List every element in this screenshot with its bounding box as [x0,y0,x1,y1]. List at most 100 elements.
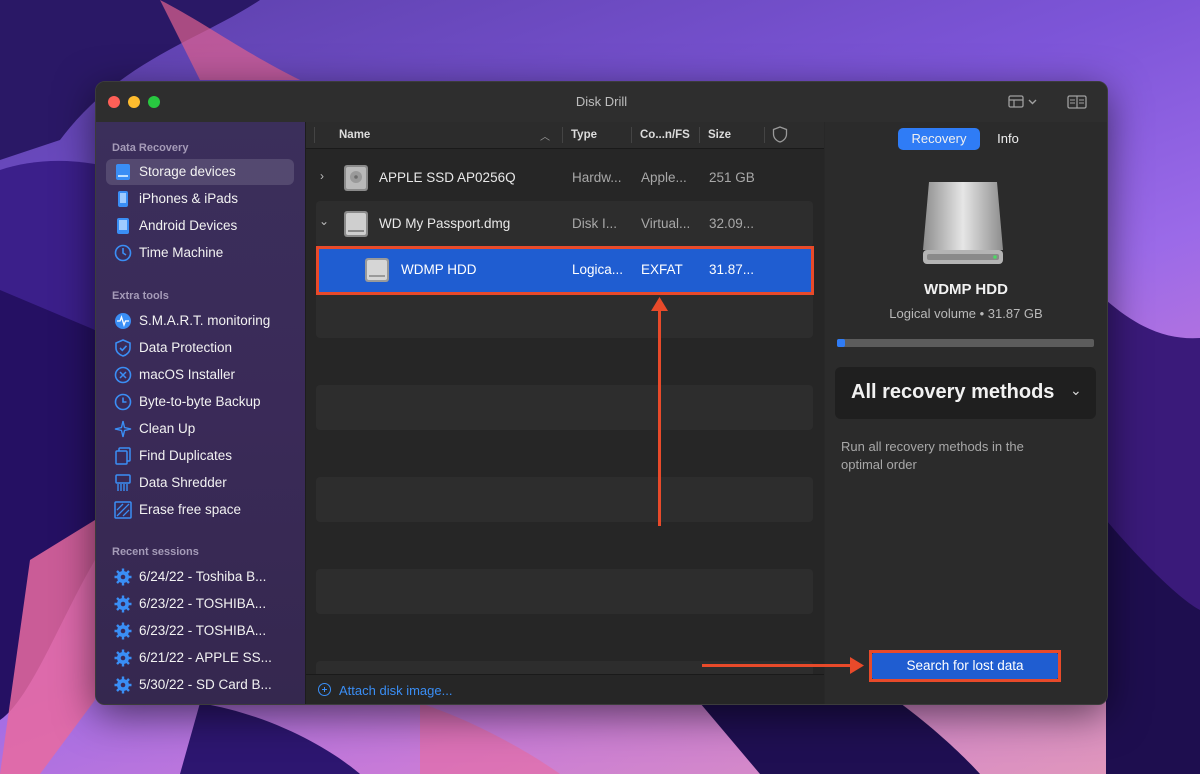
attach-disk-image-link[interactable]: Attach disk image... [339,683,452,698]
sidebar-item-session[interactable]: 5/30/22 - SD Card B... [106,672,294,698]
recovery-method-description: Run all recovery methods in the optimal … [841,439,1024,472]
table-header: Name ︿ Type Co...n/FS Size [306,122,824,149]
macos-installer-icon [114,366,132,384]
internal-drive-icon [344,165,368,191]
row-stripe [316,385,813,430]
sidebar-item-session[interactable]: 6/24/22 - Toshiba B... [106,564,294,590]
sidebar-item-label: 5/30/22 - SD Card B... [139,677,272,692]
sidebar-item-label: 6/24/22 - Toshiba B... [139,569,267,584]
title-bar: Disk Drill [96,82,1107,122]
hard-drive-icon [923,182,1003,264]
recovery-panel: Recovery Info WDMP HDD Logical volume • … [825,122,1107,704]
row-name: APPLE SSD AP0256Q [379,170,516,185]
row-type: Hardw... [572,170,622,185]
sidebar-item-android[interactable]: Android Devices [106,213,294,239]
table-row[interactable]: ⌄ WD My Passport.dmg Disk I... Virtual..… [316,202,813,247]
sidebar-item-label: Data Protection [139,340,233,355]
shield-icon [115,339,131,357]
sidebar-item-label: Data Shredder [139,475,227,490]
sidebar-item-time-machine[interactable]: Time Machine [106,240,294,266]
row-type: Disk I... [572,216,618,231]
row-name: WD My Passport.dmg [379,216,511,231]
gear-icon [114,568,132,586]
row-filesystem: Virtual... [641,216,691,231]
sidebar-item-session[interactable]: 6/23/22 - TOSHIBA... [106,591,294,617]
section-header-extra-tools: Extra tools [112,290,169,302]
table-row[interactable]: › APPLE SSD AP0256Q Hardw... Apple... 25… [316,156,813,201]
recovery-method-dropdown[interactable]: All recovery methods ⌄ [835,367,1096,419]
usage-bar-fill [837,339,845,347]
sidebar-item-label: Erase free space [139,502,242,517]
time-machine-icon [114,244,132,262]
column-separator [562,127,563,143]
sidebar-item-iphones[interactable]: iPhones & iPads [106,186,294,212]
device-list-panel: Name ︿ Type Co...n/FS Size › APPLE SSD A… [306,122,824,704]
sidebar-item-storage-devices[interactable]: Storage devices [106,159,294,185]
plus-circle-icon[interactable] [318,683,331,696]
sidebar-item-data-shredder[interactable]: Data Shredder [106,470,294,496]
sidebar-item-data-protection[interactable]: Data Protection [106,335,294,361]
sidebar-item-byte-backup[interactable]: Byte-to-byte Backup [106,389,294,415]
android-device-icon [117,218,129,234]
duplicates-icon [115,447,131,465]
row-stripe [316,293,813,338]
sidebar-item-find-duplicates[interactable]: Find Duplicates [106,443,294,469]
sidebar-item-clean-up[interactable]: Clean Up [106,416,294,442]
column-separator [631,127,632,143]
sidebar-item-session[interactable]: 6/21/22 - APPLE SS... [106,645,294,671]
sidebar-item-label: 6/21/22 - APPLE SS... [139,650,272,665]
selection-highlight-box [316,246,814,295]
erase-icon [114,501,132,519]
sidebar-item-label: 6/23/22 - TOSHIBA... [139,623,267,638]
chevron-right-icon[interactable]: › [320,169,324,183]
sidebar: Data Recovery Storage devices iPhones & … [96,122,306,704]
annotation-arrow-line [658,306,661,526]
search-button-highlight-box [869,650,1061,682]
device-name: WDMP HDD [924,281,1008,298]
disk-drill-window: Disk Drill Data Recovery Storage devices… [95,81,1108,705]
usage-bar [837,339,1094,347]
sidebar-item-label: macOS Installer [139,367,236,382]
view-options-button[interactable] [1008,94,1038,115]
row-size: 251 GB [709,170,755,185]
annotation-arrow-line [702,664,854,667]
recovery-method-label: All recovery methods [851,381,1055,403]
sidebar-item-smart-monitoring[interactable]: S.M.A.R.T. monitoring [106,308,294,334]
chevron-down-icon: ⌄ [1070,382,1082,398]
sidebar-item-label: S.M.A.R.T. monitoring [139,313,271,328]
shield-icon[interactable] [772,126,788,143]
sidebar-item-label: Time Machine [139,245,224,260]
backup-icon [114,393,132,411]
storage-device-icon [116,164,130,180]
table-footer: Attach disk image... [306,674,824,704]
chevron-down-icon[interactable]: ⌄ [319,214,329,228]
column-header-type[interactable]: Type [571,129,597,141]
row-stripe [316,569,813,614]
sidebar-item-label: Android Devices [139,218,238,233]
sidebar-item-label: Clean Up [139,421,196,436]
tab-recovery[interactable]: Recovery [898,128,980,150]
clean-up-icon [114,420,132,438]
column-header-size[interactable]: Size [708,129,731,141]
column-header-filesystem[interactable]: Co...n/FS [640,129,690,141]
sidebar-item-label: Find Duplicates [139,448,233,463]
smart-monitoring-icon [115,313,131,329]
tab-info[interactable]: Info [983,128,1033,150]
column-separator [314,127,315,143]
column-separator [699,127,700,143]
annotation-arrow-right-icon [850,657,864,674]
gear-icon [114,649,132,667]
window-title: Disk Drill [575,94,628,109]
sidebar-toggle-button[interactable] [1067,94,1087,115]
sidebar-item-macos-installer[interactable]: macOS Installer [106,362,294,388]
section-header-recent-sessions: Recent sessions [112,546,199,558]
sidebar-item-label: 6/23/22 - TOSHIBA... [139,596,267,611]
column-header-name[interactable]: Name [339,129,370,141]
sidebar-item-label: Byte-to-byte Backup [139,394,261,409]
sidebar-item-label: iPhones & iPads [139,191,239,206]
column-separator [764,127,765,143]
sidebar-item-session[interactable]: 6/23/22 - TOSHIBA... [106,618,294,644]
annotation-arrow-up-icon [651,297,668,311]
gear-icon [114,595,132,613]
sidebar-item-erase-free-space[interactable]: Erase free space [106,497,294,523]
